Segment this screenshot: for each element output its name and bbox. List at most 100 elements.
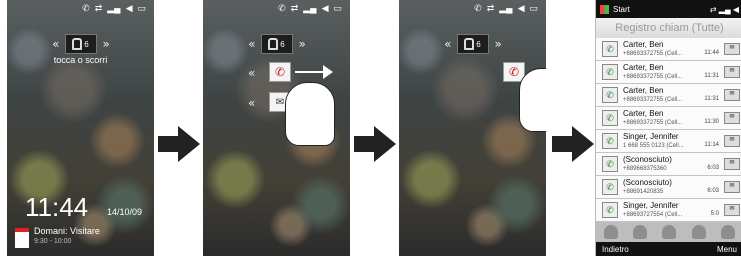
status-bar: ✆ ⇄ ▂▄ ◀ ▭	[474, 0, 538, 16]
call-log-row[interactable]: ✆ Carter, Ben +88693372755 (Cell... 11:30 ✉	[596, 107, 741, 130]
signal-icon: ▂▄	[107, 2, 121, 13]
status-bar: ✆ ⇄ ▂▄ ◀ ▭	[278, 0, 342, 16]
missed-call-icon[interactable]: ✆	[269, 62, 291, 82]
contact-name: Carter, Ben	[623, 63, 664, 72]
sync-icon: ⇄	[94, 2, 103, 13]
clock-date: 14/10/09	[107, 207, 143, 217]
sms-icon[interactable]: ✉	[724, 89, 740, 101]
chevron-right-icon: »	[298, 37, 306, 51]
calendar-icon	[15, 228, 29, 248]
call-time: 6:03	[707, 165, 719, 171]
sms-icon[interactable]: ✉	[724, 66, 740, 78]
arrow-head-icon	[374, 126, 396, 162]
contact-name: Singer, Jennifer	[623, 132, 679, 141]
page-title: Registro chiam (Tutte)	[596, 18, 741, 38]
appointment-title[interactable]: Domani: Visitare	[34, 226, 100, 236]
lock-badge: 6	[84, 39, 89, 49]
sms-icon[interactable]: ✉	[724, 43, 740, 55]
contact-name: Singer, Jennifer	[623, 201, 679, 210]
sms-icon[interactable]: ✉	[724, 135, 740, 147]
start-label[interactable]: Start	[613, 5, 630, 14]
contact-number: +88691420835	[623, 189, 664, 195]
contact-name: (Sconosciuto)	[623, 178, 672, 187]
speaker-icon: ◀	[125, 2, 133, 13]
call-type-icon: ✆	[602, 202, 618, 218]
arrow-head-icon	[178, 126, 200, 162]
filter-tabs	[596, 222, 741, 242]
call-log-row[interactable]: ✆ Singer, Jennifer 1 668 555 0123 (Cell...…	[596, 130, 741, 153]
unlock-slider[interactable]: « 6 »	[399, 33, 546, 55]
contact-number: +889668375360	[623, 166, 667, 172]
start-icon[interactable]	[600, 4, 609, 14]
call-log-row[interactable]: ✆ Singer, Jennifer +88693727554 (Cell... 5:…	[596, 199, 741, 222]
call-time: 11:30	[704, 119, 719, 125]
sms-icon[interactable]: ✉	[724, 158, 740, 170]
call-log-row[interactable]: ✆ (Sconosciuto) +889668375360 6:03 ✉	[596, 153, 741, 176]
contact-number: +88693372755 (Cell...	[623, 97, 683, 103]
call-log-row[interactable]: ✆ Carter, Ben +88693372755 (Cell... 11:44 ✉	[596, 38, 741, 61]
battery-icon: ▭	[333, 2, 342, 13]
status-bar: ✆ ⇄ ▂▄ ◀ ▭	[82, 0, 146, 16]
lock-button[interactable]: 6	[456, 34, 489, 54]
lock-button[interactable]: 6	[260, 34, 293, 54]
chevron-left-icon: «	[248, 37, 255, 51]
battery-icon: ▭	[137, 2, 146, 13]
sync-icon: ⇄	[290, 2, 299, 13]
contact-number: +88693727554 (Cell...	[623, 212, 683, 218]
contact-name: Carter, Ben	[623, 109, 664, 118]
lock-badge: 6	[476, 39, 481, 49]
chevron-left-icon: «	[248, 96, 255, 110]
menu-button[interactable]: Menu	[717, 245, 737, 254]
phone-icon: ✆	[278, 2, 286, 13]
lockscreen-phone-1: ✆ ⇄ ▂▄ ◀ ▭ « 6 » tocca o scorri 11:44 14…	[7, 0, 154, 256]
chevron-left-icon: «	[52, 37, 59, 51]
arrow-icon	[552, 136, 574, 152]
lock-button[interactable]: 6	[64, 34, 97, 54]
call-log-row[interactable]: ✆ (Sconosciuto) +88691420835 6:03 ✉	[596, 176, 741, 199]
call-log-row[interactable]: ✆ Carter, Ben +88693372755 (Cell... 11:31 ✉	[596, 84, 741, 107]
tab-missed-calls-icon[interactable]	[633, 225, 648, 239]
speaker-icon: ◀	[321, 2, 329, 13]
sms-icon[interactable]: ✉	[724, 204, 740, 216]
appointment-time: 9:30 - 10:00	[34, 238, 72, 245]
arrow-icon	[354, 136, 376, 152]
call-type-icon: ✆	[602, 64, 618, 80]
tab-contacts-icon[interactable]	[721, 225, 736, 239]
call-time: 11:31	[704, 73, 719, 79]
contact-number: +88693372755 (Cell...	[623, 74, 683, 80]
contact-name: Carter, Ben	[623, 40, 664, 49]
chevron-left-icon: «	[248, 66, 255, 80]
call-log-row[interactable]: ✆ Carter, Ben +88693372755 (Cell... 11:31 ✉	[596, 61, 741, 84]
lock-icon	[72, 38, 83, 50]
contact-number: +88693372755 (Cell...	[623, 51, 683, 57]
sms-icon[interactable]: ✉	[724, 112, 740, 124]
signal-icon: ▂▄	[303, 2, 317, 13]
call-time: 11:44	[704, 50, 719, 56]
arrow-head-icon	[572, 126, 594, 162]
sms-icon[interactable]: ✉	[724, 181, 740, 193]
chevron-right-icon: »	[102, 37, 110, 51]
call-type-icon: ✆	[602, 41, 618, 57]
call-time: 11:14	[704, 142, 719, 148]
tab-outgoing-calls-icon[interactable]	[691, 225, 706, 239]
lockscreen-phone-2: ✆ ⇄ ▂▄ ◀ ▭ « 6 » « ✆ « ✉	[203, 0, 350, 256]
call-type-icon: ✆	[602, 156, 618, 172]
call-time: 5:0	[710, 211, 719, 217]
unlock-slider[interactable]: « 6 »	[203, 33, 350, 55]
unlock-hint: tocca o scorri	[53, 55, 108, 65]
lock-icon	[268, 38, 279, 50]
swipe-arrow-head-icon	[323, 65, 333, 79]
tab-incoming-calls-icon[interactable]	[662, 225, 677, 239]
swipe-arrow-line	[295, 71, 325, 73]
lock-badge: 6	[280, 39, 285, 49]
back-button[interactable]: Indietro	[602, 245, 629, 254]
contact-name: Carter, Ben	[623, 86, 664, 95]
phone-icon: ✆	[474, 2, 482, 13]
lock-icon	[464, 38, 475, 50]
tab-all-calls-icon[interactable]	[603, 225, 618, 239]
lockscreen-phone-3: ✆ ⇄ ▂▄ ◀ ▭ « 6 » ✆	[399, 0, 546, 256]
call-type-icon: ✆	[602, 87, 618, 103]
clock-time: 11:44	[25, 192, 89, 222]
unlock-slider[interactable]: « 6 »	[7, 33, 154, 55]
call-time: 11:31	[704, 96, 719, 102]
